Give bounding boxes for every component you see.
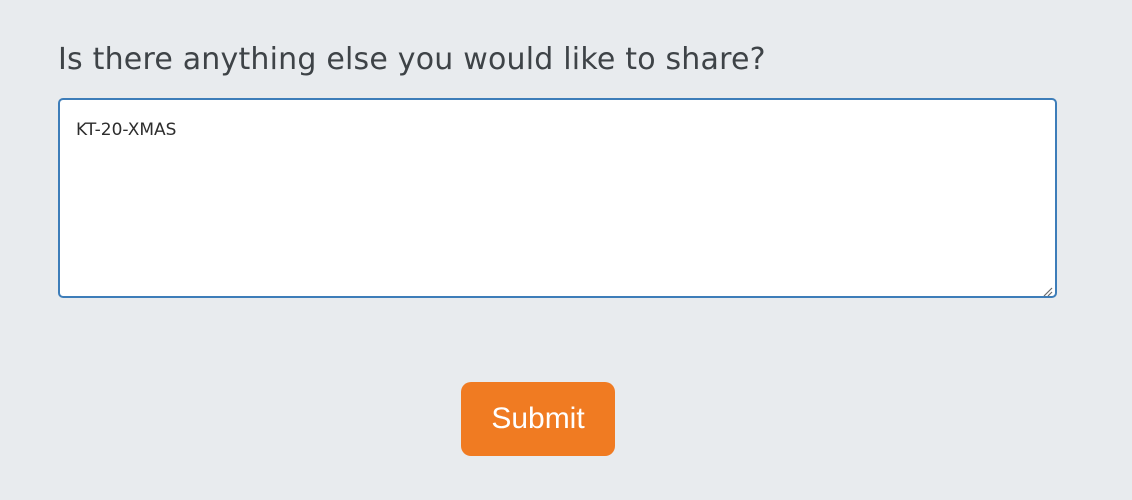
answer-field-container — [58, 98, 1057, 298]
answer-textarea[interactable] — [58, 98, 1057, 298]
question-label: Is there anything else you would like to… — [58, 42, 766, 77]
submit-button[interactable]: Submit — [461, 382, 615, 456]
resize-grip-icon[interactable] — [1041, 282, 1053, 297]
